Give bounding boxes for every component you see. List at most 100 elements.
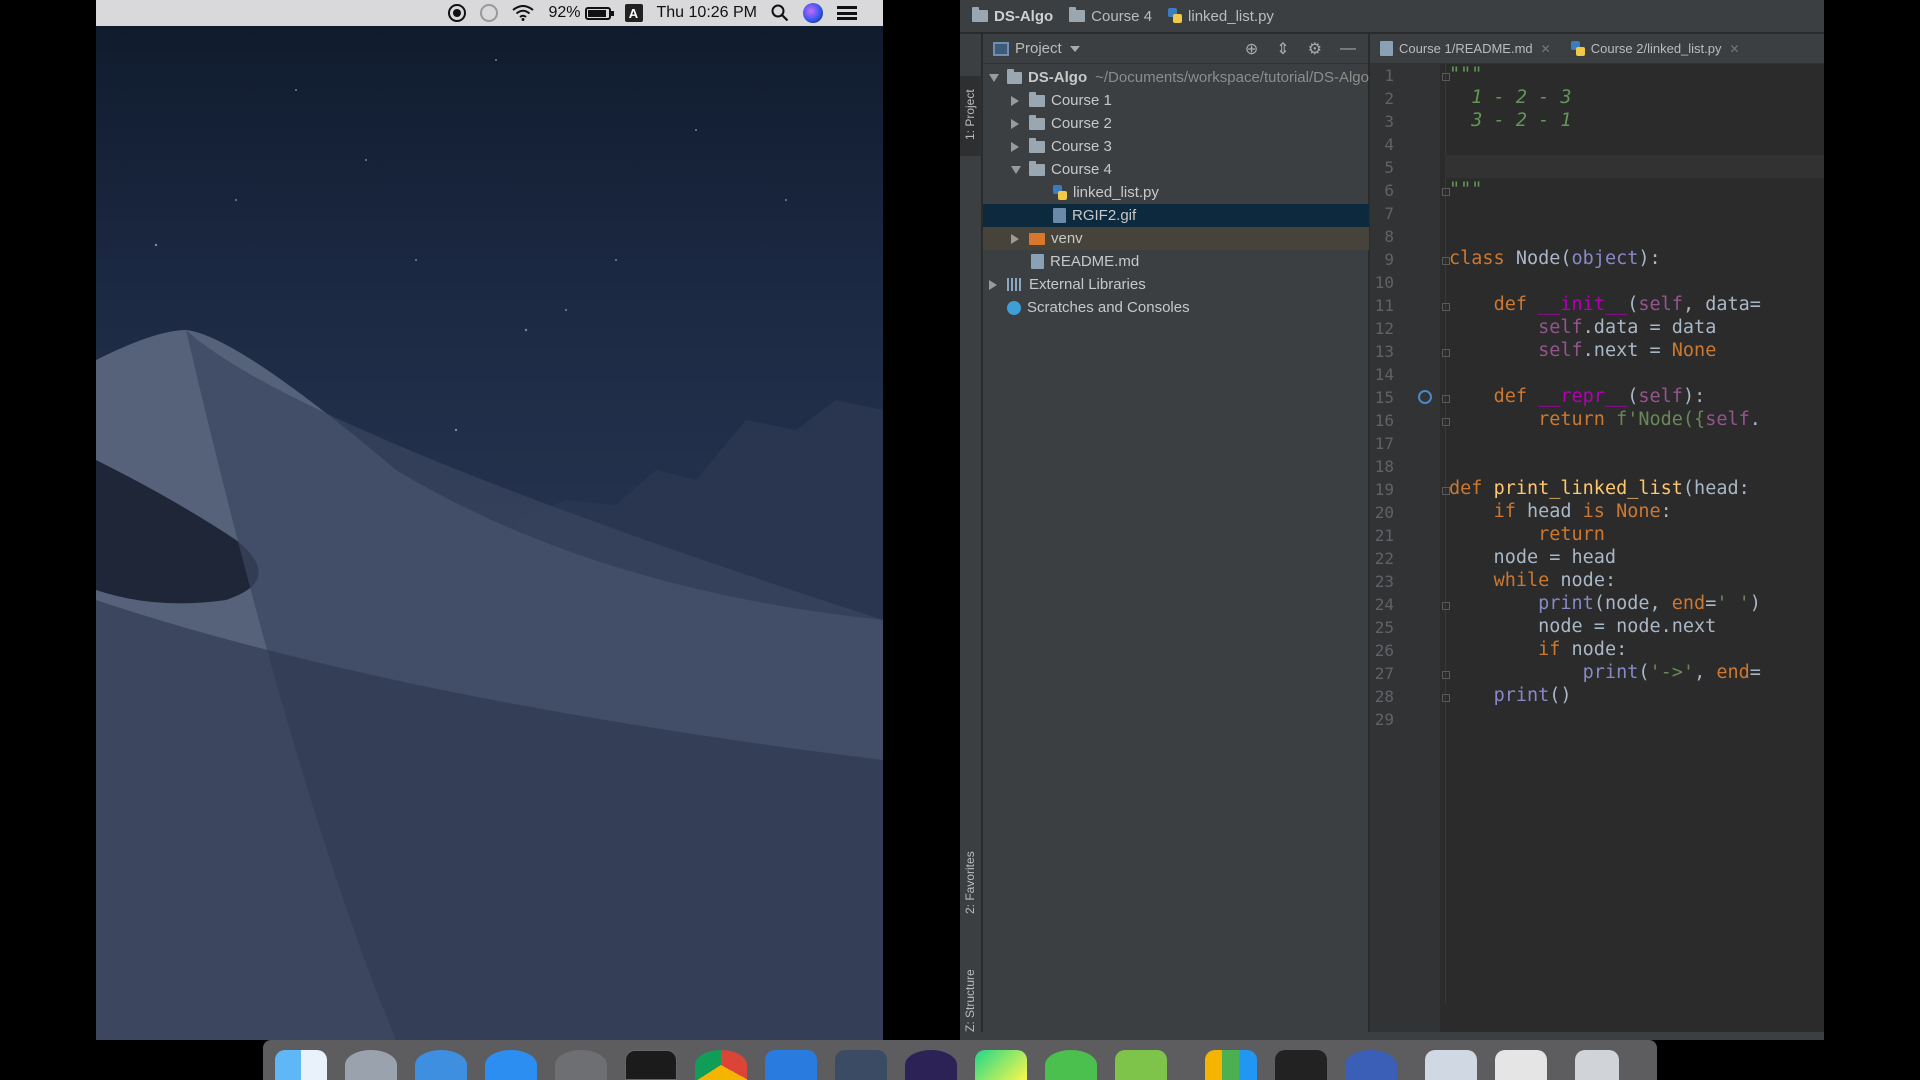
battery-status[interactable]: 92% [548,0,614,26]
line-number: 21 [1374,526,1394,545]
line-number: 24 [1374,595,1394,614]
code-line-21: return [1538,524,1605,545]
tree-item-rgif2-gif[interactable]: RGIF2.gif [983,204,1369,227]
tree-item-course-1[interactable]: Course 1 [983,89,1369,112]
folder-icon [1029,114,1045,130]
line-number: 6 [1384,181,1394,200]
line-number: 17 [1374,434,1394,453]
screen-capture-icon[interactable] [765,1050,817,1080]
code-line-22: node = head [1449,547,1617,568]
tab-structure[interactable]: Z: Structure [960,954,982,1040]
folder-icon [972,7,988,22]
tree-item-readme-md[interactable]: README.md [983,250,1369,273]
gear-icon[interactable]: ⚙ [1308,39,1322,59]
code-line-9: class Node(object): [1449,248,1661,269]
pycharm-icon[interactable] [975,1050,1027,1080]
collapse-arrow-icon[interactable] [1011,233,1019,244]
app-store-icon[interactable] [485,1050,537,1080]
collapse-arrow-icon[interactable] [1011,118,1019,129]
tab-project[interactable]: 1: Project [960,76,982,156]
folder-icon [1029,137,1045,153]
code-line-20: if head is None: [1493,501,1672,522]
wifi-icon[interactable] [512,0,535,26]
numbers-icon[interactable] [1205,1050,1257,1080]
breadcrumb-project[interactable]: DS-Algo [972,7,1053,25]
terminal-icon[interactable] [625,1050,677,1080]
close-icon[interactable]: ✕ [1730,42,1740,56]
line-number: 2 [1384,89,1394,108]
collapse-arrow-icon[interactable] [989,279,997,290]
folder-icon [1029,160,1045,176]
tab-favorites[interactable]: 2: Favorites [960,834,982,934]
code-editor[interactable]: 1 2 3 4 5 6 7 8 9 10 11 12 13 14 15 16 1… [1370,64,1824,1034]
vscode-icon[interactable] [835,1050,887,1080]
input-source-icon[interactable]: A [624,0,643,26]
siri-icon[interactable] [803,0,823,26]
line-number: 11 [1374,296,1394,315]
do-not-disturb-icon[interactable] [480,0,499,26]
safari-icon[interactable] [415,1050,467,1080]
tree-item-linked-list-py[interactable]: linked_list.py [983,181,1369,204]
line-number: 4 [1384,135,1394,154]
line-number: 9 [1384,250,1394,269]
line-number: 3 [1384,112,1394,131]
trash-icon[interactable] [1575,1050,1619,1080]
markdown-file-icon [1380,41,1393,56]
code-line-19: def print_linked_list(head: [1449,478,1750,499]
project-view-dropdown[interactable]: Project [1015,40,1062,57]
screen-record-icon[interactable] [448,0,467,26]
chevron-down-icon[interactable] [1069,45,1080,52]
override-gutter-icon[interactable] [1418,390,1432,404]
tree-item-course-4[interactable]: Course 4 [983,158,1369,181]
image-file-icon [1053,208,1066,223]
tab-readme[interactable]: Course 1/README.md ✕ [1370,34,1561,64]
typora-icon[interactable] [1275,1050,1327,1080]
locate-file-icon[interactable]: ⊕ [1245,39,1258,59]
line-number: 1 [1384,66,1394,85]
expand-arrow-icon[interactable] [1011,165,1021,174]
navigation-bar: DS-Algo Course 4 linked_list.py [960,0,1824,33]
chrome-icon[interactable] [695,1050,747,1080]
tree-item-venv[interactable]: venv [983,227,1369,250]
tree-item-ds-algo[interactable]: DS-Algo ~/Documents/workspace/tutorial/D… [983,66,1369,89]
collapse-all-icon[interactable]: ⇕ [1276,39,1289,59]
line-number: 22 [1374,549,1394,568]
preview-icon[interactable] [1495,1050,1547,1080]
tab-linked-list[interactable]: Course 2/linked_list.py ✕ [1561,34,1750,64]
code-line-12: self.data = data [1538,317,1717,338]
hide-panel-icon[interactable]: — [1340,40,1356,58]
code-line-2: 1 - 2 - 3 [1449,87,1572,108]
clock[interactable]: Thu 10:26 PM [657,0,758,26]
files-icon[interactable] [1425,1050,1477,1080]
quicktime-icon[interactable] [1345,1050,1397,1080]
notification-center-icon[interactable] [837,0,857,26]
spotlight-search-icon[interactable] [771,0,789,26]
launchpad-icon[interactable] [345,1050,397,1080]
collapse-arrow-icon[interactable] [1011,95,1019,106]
tree-item-external-libraries[interactable]: External Libraries [983,273,1369,296]
pycharm-window: DS-Algo Course 4 linked_list.py 1: Proje… [960,0,1824,1040]
system-preferences-icon[interactable] [555,1050,607,1080]
tool-window-strip: 1: Project 2: Favorites Z: Structure [960,34,982,1040]
code-line-28: print() [1493,685,1572,706]
finder-icon[interactable] [275,1050,327,1080]
line-number: 16 [1374,411,1394,430]
breadcrumb-folder[interactable]: Course 4 [1069,7,1152,25]
line-number: 26 [1374,641,1394,660]
line-number: 19 [1374,480,1394,499]
tree-item-course-3[interactable]: Course 3 [983,135,1369,158]
wechat-icon[interactable] [1045,1050,1097,1080]
tree-item-scratches[interactable]: Scratches and Consoles [983,296,1369,319]
breadcrumb-file[interactable]: linked_list.py [1168,8,1274,25]
tree-item-course-2[interactable]: Course 2 [983,112,1369,135]
eclipse-icon[interactable] [905,1050,957,1080]
line-number: 14 [1374,365,1394,384]
folder-icon [1029,91,1045,107]
line-number: 23 [1374,572,1394,591]
expand-arrow-icon[interactable] [989,73,999,82]
collapse-arrow-icon[interactable] [1011,141,1019,152]
line-number: 7 [1384,204,1394,223]
code-line-6: """ [1449,179,1483,200]
close-icon[interactable]: ✕ [1541,42,1551,56]
sublime-icon[interactable] [1115,1050,1167,1080]
